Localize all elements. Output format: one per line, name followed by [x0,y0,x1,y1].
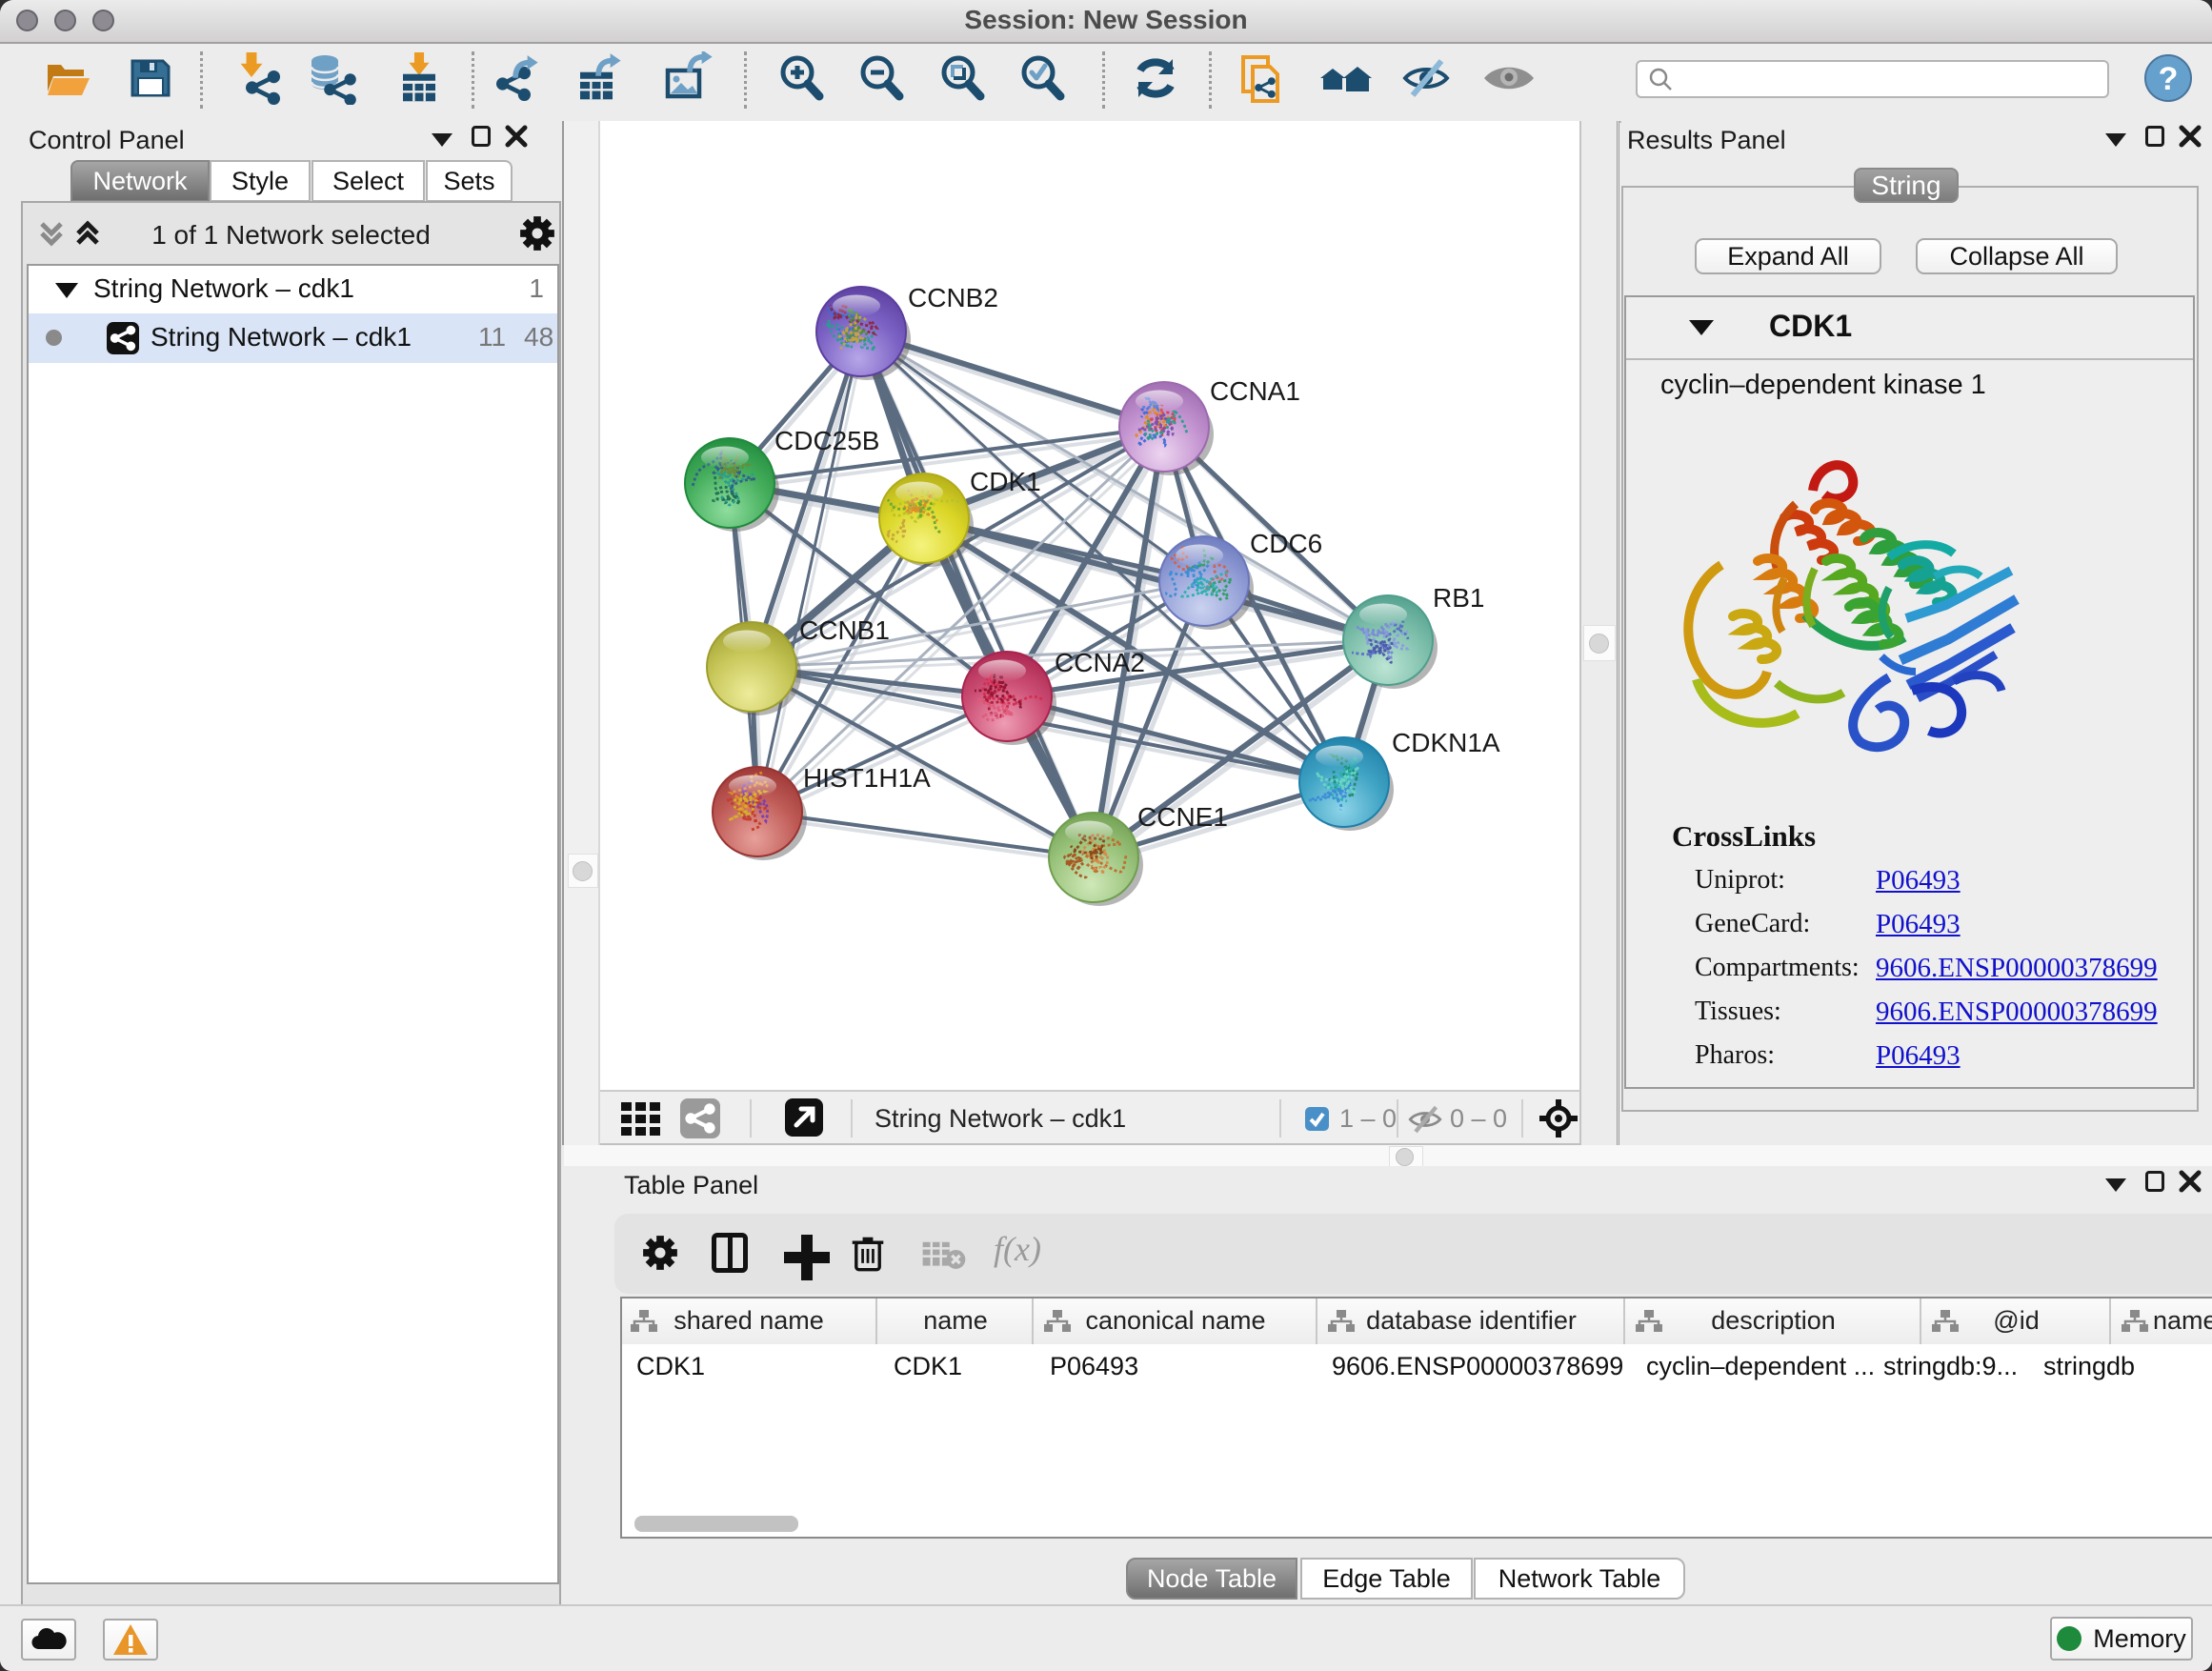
svg-text:CDK1: CDK1 [970,467,1041,496]
svg-text:CDC25B: CDC25B [774,426,879,455]
svg-text:CCNB2: CCNB2 [908,283,998,312]
svg-text:CDKN1A: CDKN1A [1392,728,1500,757]
svg-text:CDC6: CDC6 [1250,529,1322,558]
svg-text:CCNA1: CCNA1 [1210,376,1300,406]
svg-text:HIST1H1A: HIST1H1A [803,763,931,793]
svg-text:RB1: RB1 [1433,583,1484,613]
svg-text:?: ? [2159,61,2179,97]
svg-text:CCNE1: CCNE1 [1137,802,1228,832]
svg-text:CCNA2: CCNA2 [1055,648,1145,677]
svg-text:CCNB1: CCNB1 [799,615,890,645]
